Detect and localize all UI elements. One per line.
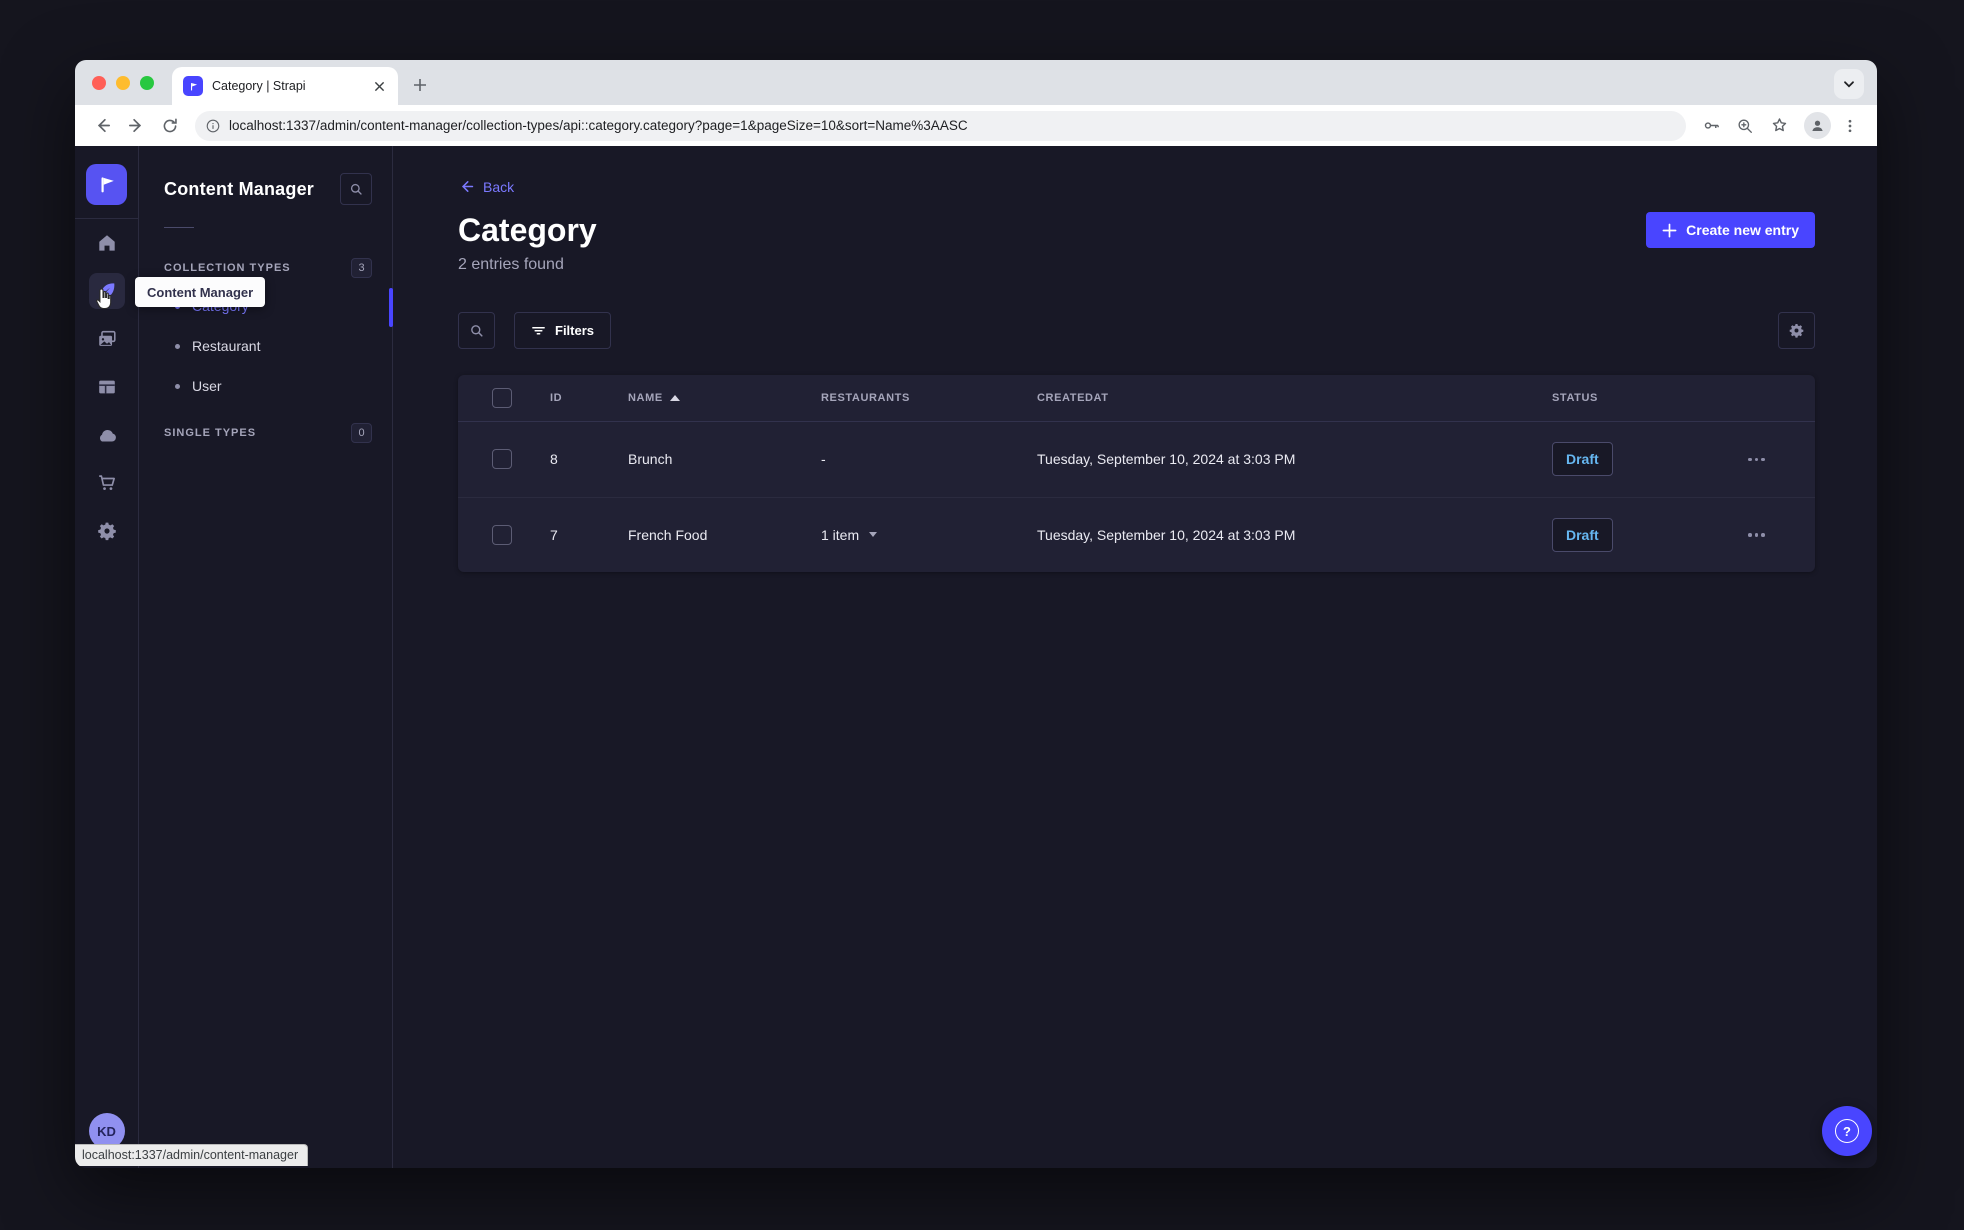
sidebar-item-restaurant[interactable]: Restaurant — [139, 326, 392, 366]
browser-menu-icon[interactable] — [1835, 111, 1865, 141]
forward-nav-icon[interactable] — [121, 111, 151, 141]
column-header-id[interactable]: ID — [550, 392, 628, 404]
back-nav-icon[interactable] — [87, 111, 117, 141]
tab-strip: Category | Strapi — [75, 60, 1877, 105]
zoom-window-button[interactable] — [140, 76, 154, 90]
rail-settings-icon[interactable] — [89, 513, 125, 549]
url-bar[interactable]: localhost:1337/admin/content-manager/col… — [195, 110, 1686, 141]
rail-divider — [75, 218, 139, 219]
tab-search-button[interactable] — [1834, 69, 1864, 99]
tab-close-icon[interactable] — [370, 77, 388, 95]
table-row[interactable]: 8 Brunch - Tuesday, September 10, 2024 a… — [458, 422, 1815, 497]
cell-createdat: Tuesday, September 10, 2024 at 3:03 PM — [1037, 451, 1296, 468]
main-content: Back Category 2 entries found Create new… — [393, 146, 1877, 1168]
back-arrow-icon — [462, 181, 474, 192]
filter-icon — [532, 326, 545, 335]
table-search-button[interactable] — [458, 311, 495, 349]
table-settings-button[interactable] — [1778, 311, 1815, 349]
rail-media-library-icon[interactable] — [89, 321, 125, 357]
strapi-app: KD Content Manager COLLECTION TYPES 3 Ca… — [75, 146, 1877, 1168]
new-tab-button[interactable] — [406, 71, 434, 99]
status-badge: Draft — [1552, 517, 1613, 552]
row-actions-menu-icon[interactable] — [1748, 533, 1765, 537]
tab-title: Category | Strapi — [212, 79, 306, 93]
rail-cloud-icon[interactable] — [89, 417, 125, 453]
rail-home-icon[interactable] — [89, 225, 125, 261]
sidebar-divider — [164, 227, 194, 228]
search-icon — [471, 324, 483, 337]
password-key-icon[interactable] — [1696, 111, 1726, 141]
minimize-window-button[interactable] — [116, 76, 130, 90]
zoom-search-icon[interactable] — [1730, 111, 1760, 141]
cell-name: Brunch — [628, 451, 673, 468]
cell-createdat: Tuesday, September 10, 2024 at 3:03 PM — [1037, 526, 1296, 543]
collection-types-count-badge: 3 — [351, 258, 372, 278]
browser-profile-avatar[interactable] — [1804, 112, 1831, 139]
create-new-entry-button[interactable]: Create new entry — [1646, 212, 1815, 248]
close-window-button[interactable] — [92, 76, 106, 90]
browser-window: Category | Strapi localhost:1337/admin/c… — [75, 60, 1877, 1168]
cell-name: French Food — [628, 526, 708, 543]
bookmark-star-icon[interactable] — [1764, 111, 1794, 141]
table-row[interactable]: 7 French Food 1 item Tuesday, September … — [458, 496, 1815, 572]
sidebar-item-label: Restaurant — [192, 338, 261, 354]
row-checkbox[interactable] — [492, 449, 512, 470]
bullet-icon — [175, 343, 180, 349]
traffic-lights — [92, 76, 154, 90]
cell-restaurants[interactable]: 1 item — [821, 527, 1037, 543]
cell-id: 7 — [550, 526, 558, 543]
row-actions-menu-icon[interactable] — [1748, 457, 1765, 462]
row-checkbox[interactable] — [492, 524, 512, 545]
single-types-label: SINGLE TYPES — [164, 427, 257, 439]
filters-button[interactable]: Filters — [514, 311, 612, 349]
collection-types-label: COLLECTION TYPES — [164, 262, 291, 274]
column-header-name[interactable]: NAME — [628, 392, 821, 404]
select-all-checkbox[interactable] — [492, 387, 512, 408]
column-header-restaurants[interactable]: RESTAURANTS — [821, 392, 1037, 404]
strapi-logo[interactable] — [86, 164, 127, 205]
sidebar-item-user[interactable]: User — [139, 366, 392, 406]
column-header-status[interactable]: STATUS — [1552, 392, 1748, 404]
page-title: Category — [458, 212, 597, 248]
table-header-row: ID NAME RESTAURANTS CREATEDAT STATUS — [458, 375, 1815, 422]
single-types-count-badge: 0 — [351, 423, 372, 443]
gear-icon — [1789, 323, 1804, 338]
entries-count: 2 entries found — [458, 255, 564, 273]
entries-table: ID NAME RESTAURANTS CREATEDAT STATUS 8 B… — [458, 374, 1815, 572]
cell-id: 8 — [550, 451, 558, 468]
back-link[interactable]: Back — [458, 178, 514, 195]
sort-asc-icon — [669, 394, 680, 401]
strapi-favicon-icon — [183, 76, 203, 96]
plus-icon — [1662, 223, 1677, 237]
help-button[interactable]: ? — [1822, 1106, 1872, 1156]
browser-tab[interactable]: Category | Strapi — [172, 67, 398, 105]
link-status-bubble: localhost:1337/admin/content-manager — [75, 1144, 309, 1166]
browser-toolbar: localhost:1337/admin/content-manager/col… — [75, 105, 1877, 146]
sidebar-item-label: User — [192, 378, 222, 394]
bullet-icon — [175, 383, 180, 389]
site-info-icon[interactable] — [205, 118, 221, 134]
sidebar-title: Content Manager — [164, 178, 315, 199]
column-header-createdat[interactable]: CREATEDAT — [1037, 392, 1552, 404]
rail-marketplace-icon[interactable] — [89, 465, 125, 501]
chevron-down-icon — [869, 532, 878, 538]
rail-content-type-builder-icon[interactable] — [89, 369, 125, 405]
content-manager-tooltip: Content Manager — [135, 277, 266, 307]
reload-icon[interactable] — [155, 111, 185, 141]
sidebar-search-button[interactable] — [340, 173, 372, 205]
status-badge: Draft — [1552, 442, 1613, 477]
hand-cursor — [91, 286, 118, 318]
url-text: localhost:1337/admin/content-manager/col… — [229, 118, 968, 133]
cell-restaurants: - — [821, 451, 826, 468]
question-mark-icon: ? — [1835, 1119, 1859, 1143]
